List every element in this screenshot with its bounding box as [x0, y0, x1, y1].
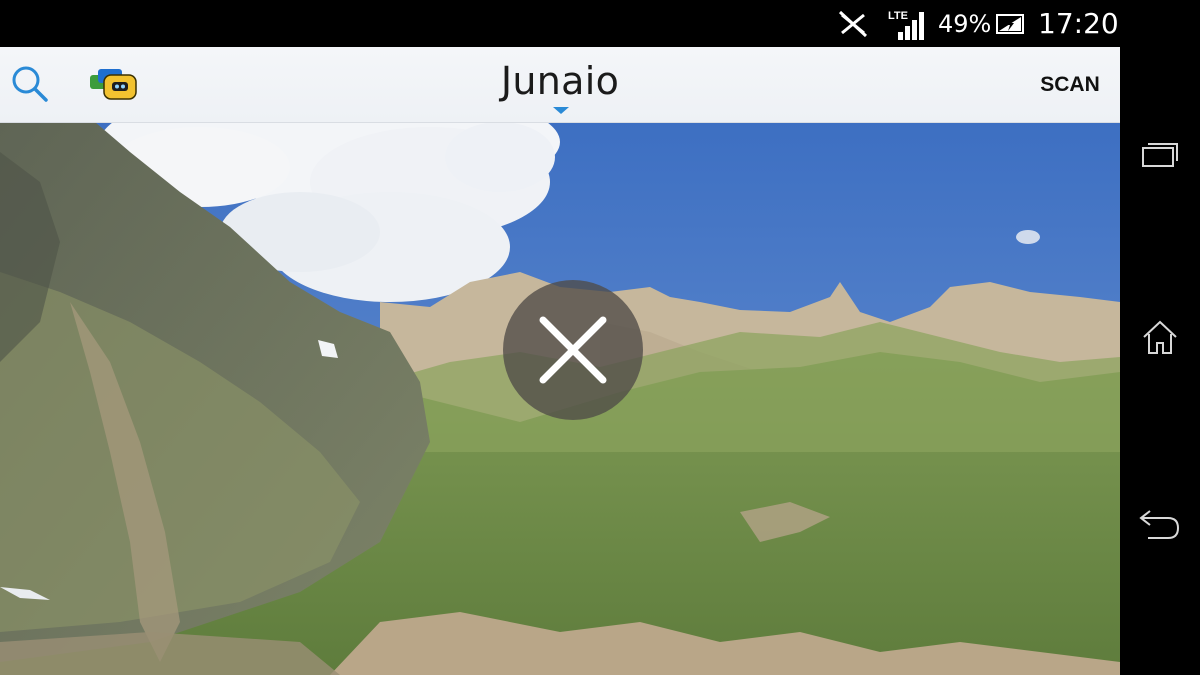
- title-dropdown-caret-icon: [553, 107, 569, 114]
- navigation-bar: [1120, 47, 1200, 675]
- clock: 17:20: [1038, 7, 1119, 40]
- close-icon: [539, 316, 607, 384]
- svg-text:LTE: LTE: [888, 10, 908, 22]
- recent-apps-button[interactable]: [1120, 115, 1200, 195]
- battery-percent: 49%: [938, 9, 992, 38]
- page-title: Junaio: [500, 59, 620, 103]
- back-icon: [1139, 510, 1180, 539]
- scan-button[interactable]: SCAN: [1020, 47, 1120, 122]
- home-icon: [1143, 320, 1177, 354]
- action-bar: Junaio SCAN: [0, 47, 1120, 123]
- recent-apps-icon: [1142, 143, 1178, 167]
- close-button[interactable]: [503, 280, 643, 420]
- home-button[interactable]: [1120, 297, 1200, 377]
- channels-icon: [90, 69, 137, 100]
- junaio-app: Junaio SCAN: [0, 47, 1120, 675]
- channels-button[interactable]: [86, 63, 142, 107]
- no-sim-icon: [836, 0, 872, 47]
- back-button[interactable]: [1120, 485, 1200, 565]
- battery-charging-icon: [996, 0, 1026, 47]
- lte-signal-icon: LTE: [886, 0, 928, 47]
- channel-title-dropdown[interactable]: Junaio: [440, 47, 680, 122]
- status-bar: LTE 49% 17:20: [0, 0, 1200, 47]
- search-button[interactable]: [6, 61, 54, 107]
- search-icon: [12, 66, 48, 102]
